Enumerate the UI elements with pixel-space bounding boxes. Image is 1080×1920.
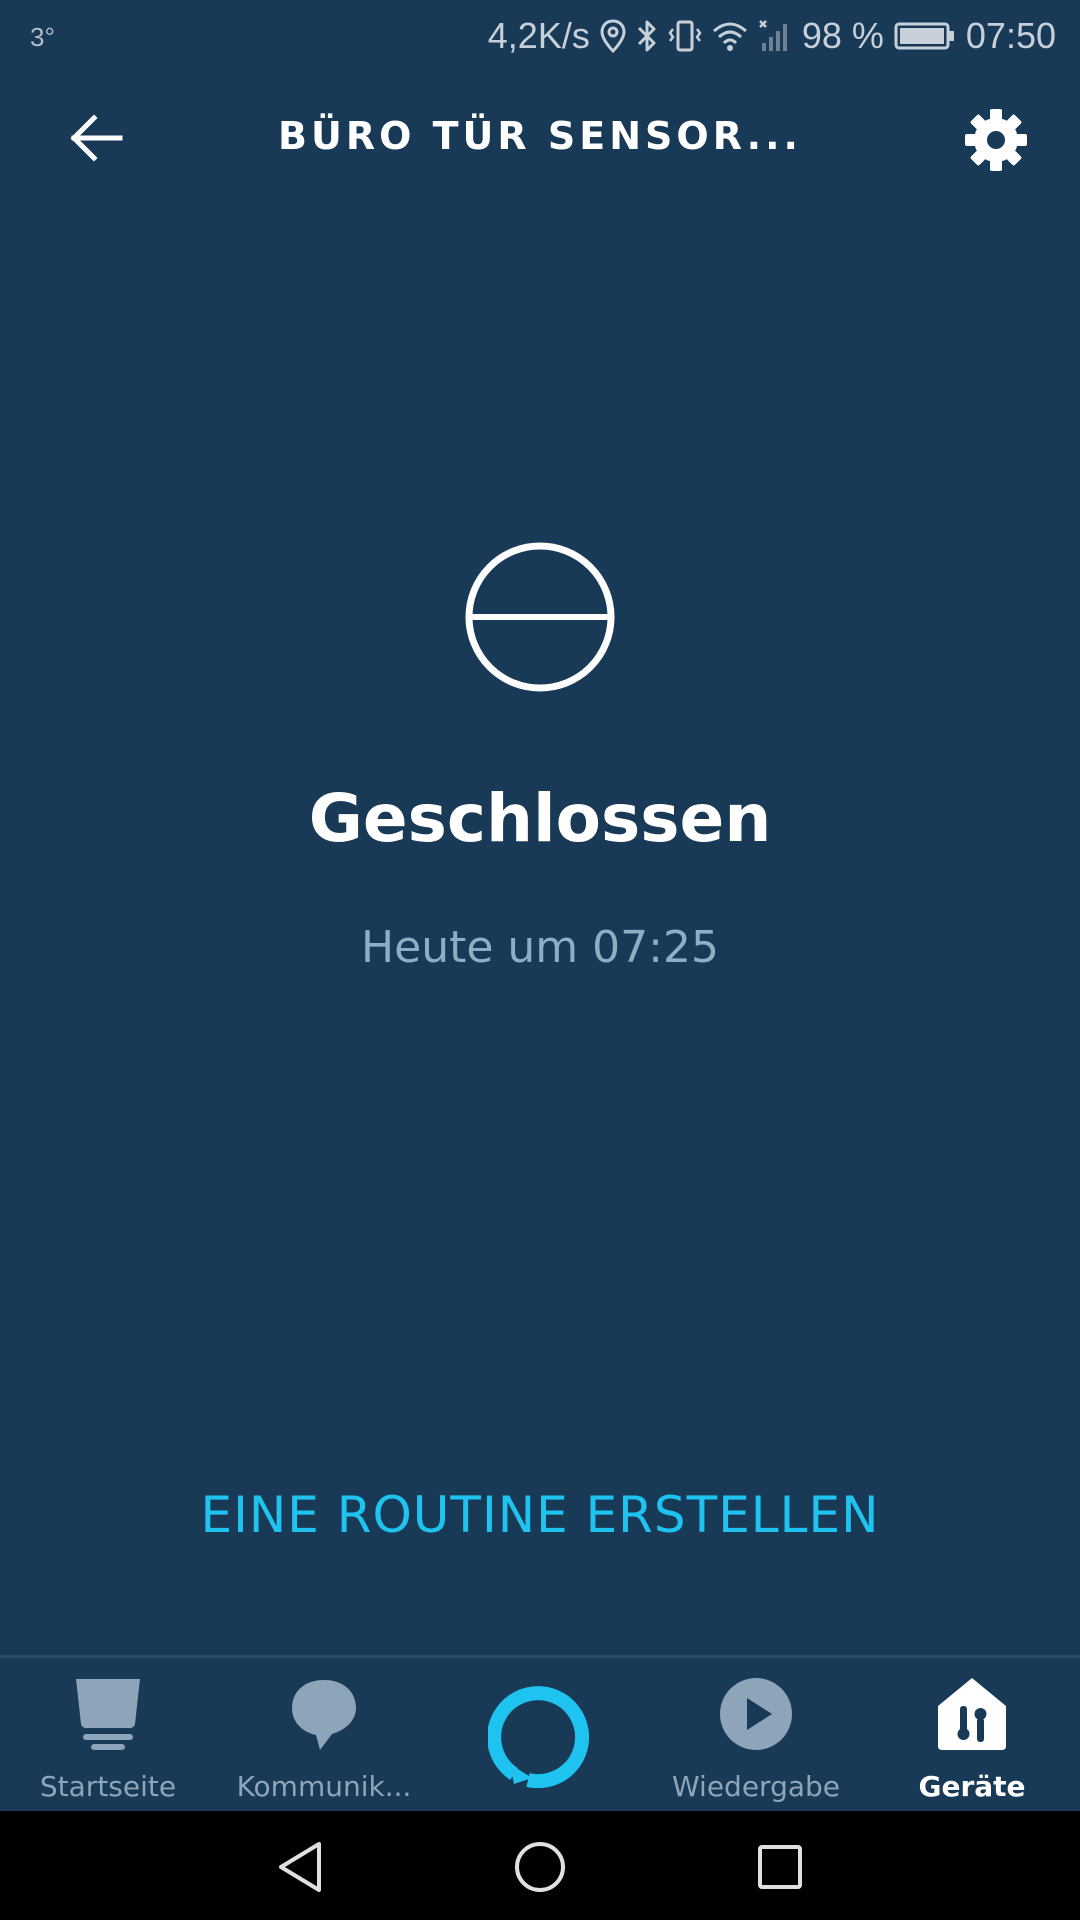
nav-item-home[interactable]: Startseite (0, 1658, 216, 1814)
arrow-left-icon (70, 114, 123, 162)
temperature-indicator: 3° (30, 22, 55, 52)
nav-item-communicate[interactable]: Kommunik... (216, 1658, 432, 1814)
chat-bubble-icon (288, 1676, 360, 1756)
system-back-button[interactable] (268, 1835, 332, 1899)
sensor-last-change: Heute um 07:25 (361, 922, 719, 973)
vibrate-icon (668, 19, 702, 53)
nav-label-play: Wiedergabe (671, 1770, 841, 1803)
alexa-ring-icon (487, 1684, 592, 1792)
page-title: BÜRO TÜR SENSOR... (278, 114, 802, 158)
nav-item-play[interactable]: Wiedergabe (648, 1658, 864, 1814)
system-navigation-bar (0, 1811, 1080, 1920)
settings-button[interactable] (956, 100, 1036, 180)
clock: 07:50 (965, 15, 1056, 56)
system-recents-button[interactable] (748, 1835, 812, 1899)
nav-label-communicate: Kommunik... (236, 1770, 412, 1803)
bottom-navigation: Startseite Kommunik... Wiedergabe Geräte (0, 1655, 1080, 1814)
system-home-button[interactable] (508, 1835, 572, 1899)
home-icon (73, 1676, 143, 1756)
nav-item-devices[interactable]: Geräte (864, 1658, 1080, 1814)
nav-item-alexa[interactable] (432, 1658, 648, 1814)
location-icon (600, 19, 626, 53)
nav-label-home: Startseite (39, 1770, 177, 1803)
status-icons: 4,2K/s 98 % 07:50 (488, 12, 1056, 60)
sensor-state: Geschlossen (308, 780, 772, 857)
square-recents-icon (758, 1845, 802, 1889)
devices-icon (934, 1676, 1010, 1756)
gear-icon (965, 109, 1027, 171)
triangle-back-icon (279, 1842, 321, 1892)
battery-percent: 98 % (801, 15, 884, 56)
wifi-icon (712, 19, 748, 53)
battery-icon (894, 21, 956, 51)
status-bar: 3° 4,2K/s 98 % 07:50 (0, 0, 1080, 72)
network-speed: 4,2K/s (487, 15, 590, 56)
top-app-bar: BÜRO TÜR SENSOR... (0, 90, 1080, 186)
back-button[interactable] (60, 108, 132, 168)
create-routine-button[interactable]: EINE ROUTINE ERSTELLEN (140, 1486, 940, 1544)
cellular-signal-icon (758, 19, 792, 53)
contact-closed-icon (463, 540, 617, 694)
nav-label-devices: Geräte (918, 1770, 1026, 1803)
device-detail-screen: 3° 4,2K/s 98 % 07:50 BÜRO TÜR SENSOR... … (0, 0, 1080, 1920)
circle-home-icon (515, 1842, 565, 1892)
play-icon (718, 1676, 794, 1756)
bluetooth-icon (636, 19, 658, 53)
